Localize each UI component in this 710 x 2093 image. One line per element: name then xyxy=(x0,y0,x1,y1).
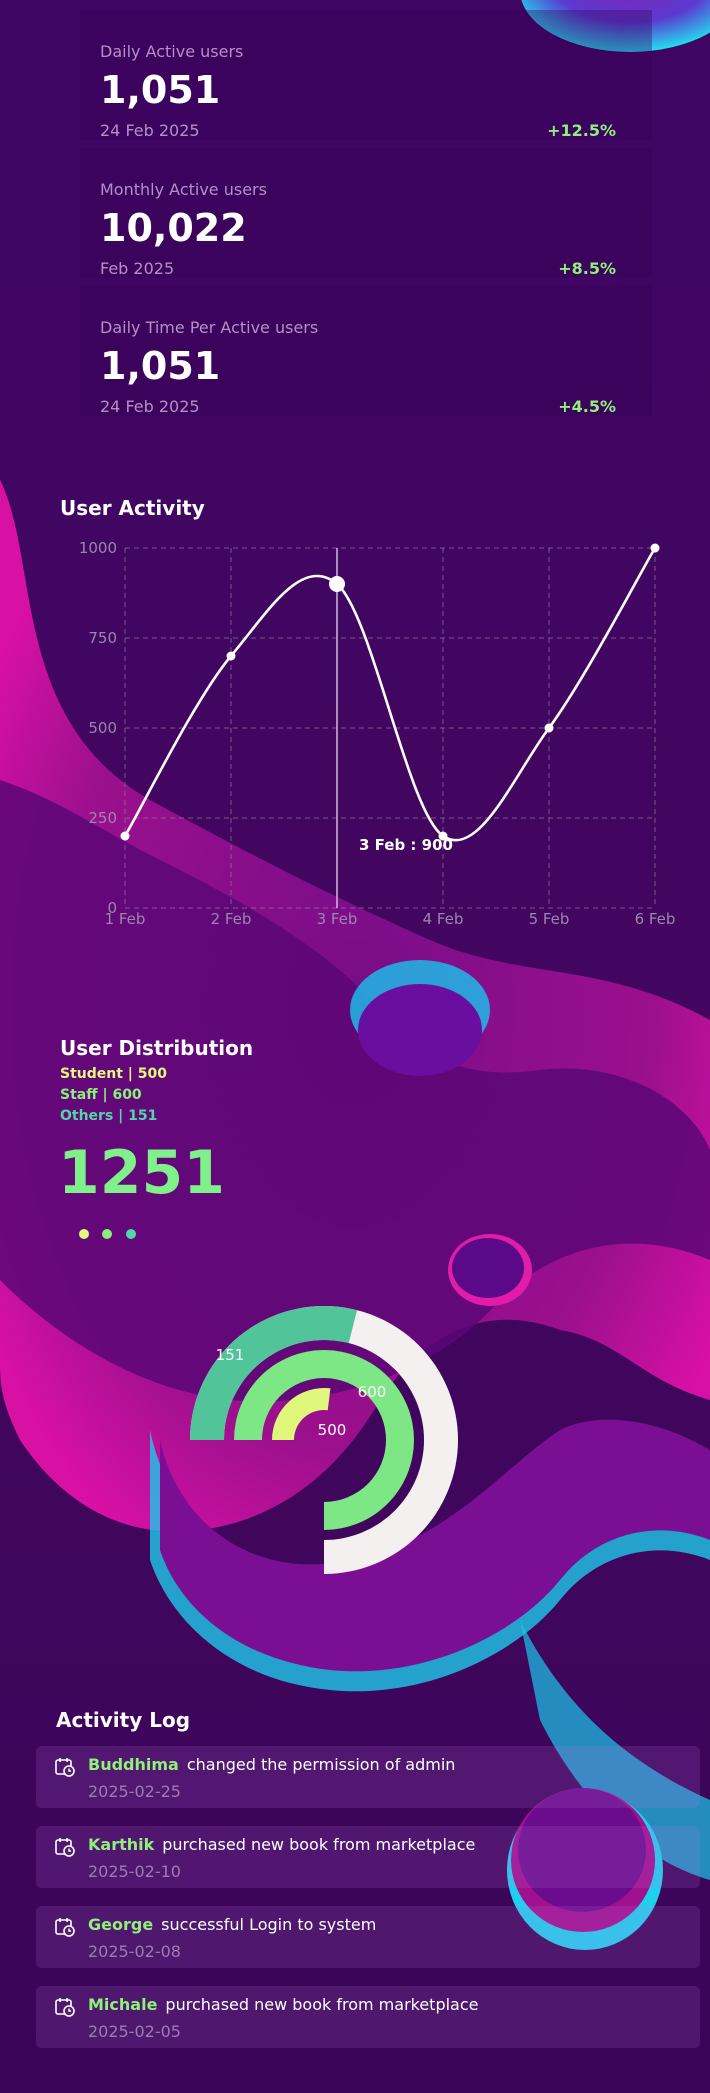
log-user[interactable]: Michale xyxy=(88,1995,157,2014)
log-action: successful Login to system xyxy=(161,1915,377,1934)
legend-staff: Staff | 600 xyxy=(60,1087,142,1103)
stat-card-daily-active: Daily Active users 1,051 24 Feb 2025 +12… xyxy=(80,10,652,140)
log-date: 2025-02-25 xyxy=(88,1782,181,1801)
chart-x-tick-label: 6 Feb xyxy=(635,910,676,928)
stat-date: 24 Feb 2025 xyxy=(100,121,200,140)
chart-x-tick-label: 2 Feb xyxy=(211,910,252,928)
chart-point[interactable] xyxy=(650,543,660,553)
stat-value: 1,051 xyxy=(100,344,221,388)
legend-student-value: 500 xyxy=(137,1066,168,1082)
calendar-clock-icon xyxy=(55,1918,75,1937)
legend-staff-value: 600 xyxy=(112,1087,142,1103)
chart-label-others: 151 xyxy=(216,1346,245,1364)
user-activity-chart: 025050075010001 Feb 2 Feb 3 Feb 4 Feb 5 Feb 6… xyxy=(79,539,676,928)
stat-label: Daily Active users xyxy=(100,42,244,61)
log-user[interactable]: Buddhima xyxy=(88,1755,179,1774)
pager-dot-3[interactable] xyxy=(126,1229,136,1239)
chart-x-tick-label: 1 Feb xyxy=(105,910,146,928)
calendar-clock-icon xyxy=(55,1758,75,1777)
chart-y-tick-label: 500 xyxy=(88,719,117,737)
chart-series-line xyxy=(123,547,657,842)
log-line: Karthik purchased new book from marketpla… xyxy=(88,1835,475,1854)
log-user[interactable]: Karthik xyxy=(88,1835,154,1854)
legend-staff-name: Staff xyxy=(60,1087,98,1103)
stat-label: Daily Time Per Active users xyxy=(100,318,319,337)
stat-change: +4.5% xyxy=(558,397,616,416)
chart-point[interactable] xyxy=(329,576,345,592)
legend-others-value: 151 xyxy=(128,1108,158,1124)
user-distribution-chart: 151 600 500 xyxy=(190,1306,458,1574)
chart-point[interactable] xyxy=(226,651,236,661)
stat-date: 24 Feb 2025 xyxy=(100,397,200,416)
chart-point[interactable] xyxy=(120,831,130,841)
stat-date: Feb 2025 xyxy=(100,259,175,278)
calendar-clock-icon xyxy=(55,1838,75,1857)
chart-y-tick-label: 1000 xyxy=(79,539,117,557)
chart-point[interactable] xyxy=(544,723,554,733)
chart-label-student: 500 xyxy=(318,1421,347,1439)
legend-others: Others | 151 xyxy=(60,1108,158,1124)
activity-log-title: Activity Log xyxy=(56,1708,191,1732)
chart-x-tick-label: 4 Feb xyxy=(423,910,464,928)
chart-slice-staff[interactable] xyxy=(234,1350,414,1530)
log-date: 2025-02-08 xyxy=(88,1942,181,1961)
log-line: Buddhima changed the permission of admin xyxy=(88,1755,455,1774)
log-action: changed the permission of admin xyxy=(186,1755,456,1774)
chart-x-tick-label: 5 Feb xyxy=(529,910,570,928)
log-line: Michale purchased new book from marketpla… xyxy=(88,1995,479,2014)
user-distribution-title: User Distribution xyxy=(60,1036,254,1060)
pager-dot-1[interactable] xyxy=(79,1229,89,1239)
log-user[interactable]: George xyxy=(88,1915,153,1934)
log-item[interactable]: Karthik purchased new book from marketpla… xyxy=(36,1826,700,1888)
log-line: George successful Login to system xyxy=(88,1915,376,1934)
log-action: purchased new book from marketplace xyxy=(162,1835,476,1854)
log-date: 2025-02-10 xyxy=(88,1862,181,1881)
chart-tooltip: 3 Feb : 900 xyxy=(359,836,453,854)
total-users: 1251 xyxy=(58,1138,225,1208)
chart-y-tick-label: 750 xyxy=(88,629,117,647)
chart-label-staff: 600 xyxy=(358,1383,387,1401)
chart-y-tick-label: 250 xyxy=(88,809,117,827)
log-item[interactable]: George successful Login to system 2025-02… xyxy=(36,1906,700,1968)
stat-change: +12.5% xyxy=(547,121,616,140)
legend-student-name: Student xyxy=(60,1066,123,1082)
chart-x-tick-label: 3 Feb xyxy=(317,910,358,928)
legend-student: Student | 500 xyxy=(60,1066,168,1082)
stat-change: +8.5% xyxy=(558,259,616,278)
log-date: 2025-02-05 xyxy=(88,2022,181,2041)
stat-label: Monthly Active users xyxy=(100,180,267,199)
log-item[interactable]: Michale purchased new book from marketpla… xyxy=(36,1986,700,2048)
stat-card-monthly-active: Monthly Active users 10,022 Feb 2025 +8.… xyxy=(80,148,652,278)
log-item[interactable]: Buddhima changed the permission of admin … xyxy=(36,1746,700,1808)
stat-value: 10,022 xyxy=(100,206,247,250)
pager-dot-2[interactable] xyxy=(102,1229,112,1239)
calendar-clock-icon xyxy=(55,1998,75,2017)
legend-others-name: Others xyxy=(60,1108,114,1124)
user-activity-title: User Activity xyxy=(60,496,205,520)
stat-card-daily-time: Daily Time Per Active users 1,051 24 Feb… xyxy=(80,286,652,416)
log-action: purchased new book from marketplace xyxy=(165,1995,479,2014)
stat-value: 1,051 xyxy=(100,68,221,112)
